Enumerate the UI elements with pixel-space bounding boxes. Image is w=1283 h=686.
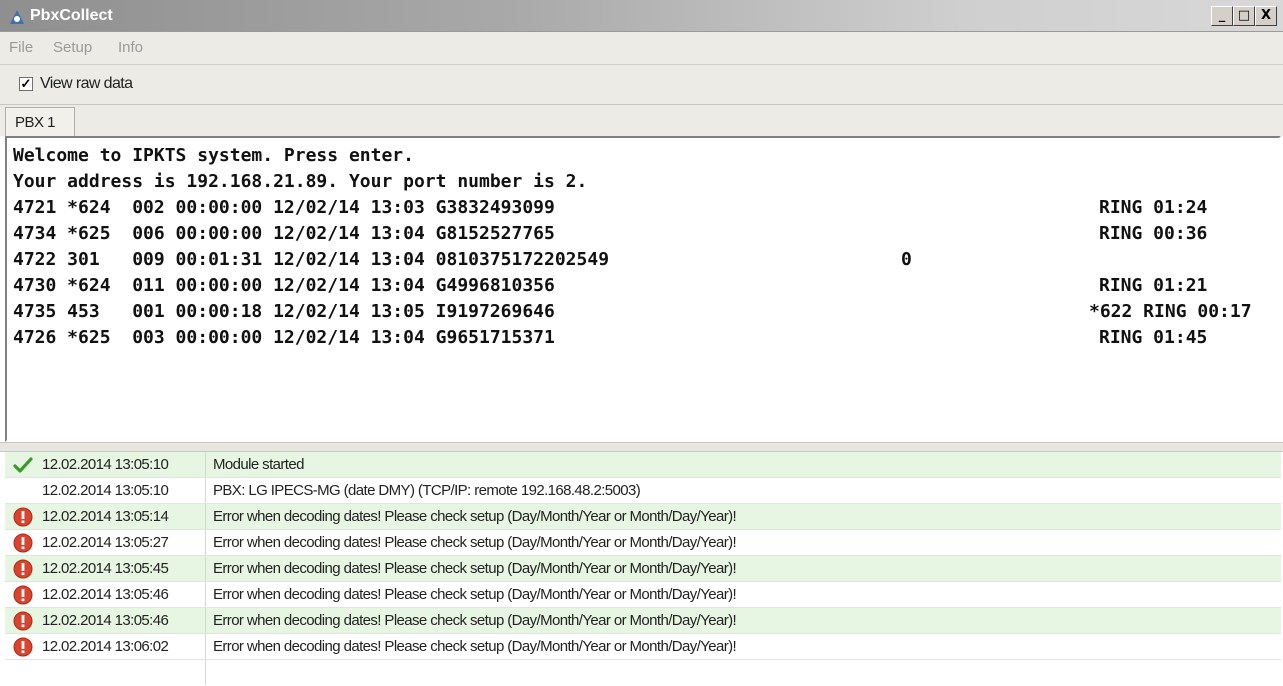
error-icon [13,585,33,605]
error-icon [13,559,33,579]
log-timestamp: 12.02.2014 13:05:46 [42,586,169,603]
menu-setup[interactable]: Setup [53,39,92,56]
menu-info[interactable]: Info [118,39,143,56]
column-divider [205,660,206,685]
log-timestamp: 12.02.2014 13:05:10 [42,482,169,499]
log-row[interactable]: 12.02.2014 13:05:45 Error when decoding … [5,556,1281,582]
close-button[interactable]: X [1255,6,1277,26]
view-raw-checkbox[interactable]: ✓ [19,77,33,91]
column-divider [205,582,206,607]
raw-line: 4734 *625 006 00:00:00 12/02/14 13:04 G8… [13,223,555,244]
log-message: PBX: LG IPECS-MG (date DMY) (TCP/IP: rem… [213,482,641,499]
raw-data-view[interactable]: Welcome to IPKTS system. Press enter. Yo… [5,136,1281,442]
log-row[interactable]: 12.02.2014 13:05:14 Error when decoding … [5,504,1281,530]
panel-splitter[interactable] [0,442,1283,452]
raw-line: 4735 453 001 00:00:18 12/02/14 13:05 I91… [13,301,555,322]
log-message: Error when decoding dates! Please check … [213,534,737,551]
log-timestamp: 12.02.2014 13:05:27 [42,534,169,551]
log-message: Error when decoding dates! Please check … [213,586,737,603]
title-bar: PbxCollect _ □ X [0,0,1283,32]
log-message: Error when decoding dates! Please check … [213,560,737,577]
log-row[interactable]: 12.02.2014 13:06:02 Error when decoding … [5,634,1281,660]
error-icon [13,637,33,657]
log-timestamp: 12.02.2014 13:05:45 [42,560,169,577]
log-message: Error when decoding dates! Please check … [213,612,737,629]
raw-line: Welcome to IPKTS system. Press enter. [13,145,414,166]
raw-ring-status: *622 RING 00:17 [1089,301,1252,322]
log-row[interactable]: 12.02.2014 13:05:10 PBX: LG IPECS-MG (da… [5,478,1281,504]
app-icon [10,10,24,24]
raw-line: 4722 301 009 00:01:31 12/02/14 13:04 081… [13,249,610,270]
raw-ring-status: RING 01:45 [1099,327,1208,348]
log-row[interactable]: 12.02.2014 13:05:10 Module started [5,452,1281,478]
column-divider [205,452,206,477]
maximize-button[interactable]: □ [1233,6,1255,26]
raw-ring-status: RING 01:24 [1099,197,1208,218]
log-timestamp: 12.02.2014 13:05:46 [42,612,169,629]
log-timestamp: 12.02.2014 13:05:14 [42,508,169,525]
log-message: Error when decoding dates! Please check … [213,508,737,525]
error-icon [13,507,33,527]
error-icon [13,611,33,631]
log-row[interactable]: 12.02.2014 13:05:27 Error when decoding … [5,530,1281,556]
log-list: 12.02.2014 13:05:10 Module started 12.02… [5,452,1281,686]
window-title: PbxCollect [30,7,113,24]
menu-bar: File Setup Info [0,32,1283,64]
log-row[interactable]: 12.02.2014 13:05:46 Error when decoding … [5,582,1281,608]
log-row[interactable]: 12.02.2014 13:05:46 Error when decoding … [5,608,1281,634]
raw-line: Your address is 192.168.21.89. Your port… [13,171,588,192]
log-timestamp: 12.02.2014 13:05:10 [42,456,169,473]
raw-line: 4721 *624 002 00:00:00 12/02/14 13:03 G3… [13,197,555,218]
tab-pbx-1[interactable]: PBX 1 [5,107,75,137]
log-row-empty [5,660,1281,686]
window-controls: _ □ X [1211,6,1277,26]
tab-label: PBX 1 [15,114,56,131]
error-icon [13,533,33,553]
checkmark-icon [13,457,33,473]
log-message: Module started [213,456,304,473]
raw-field: 0 [901,249,912,270]
log-message: Error when decoding dates! Please check … [213,638,737,655]
raw-line: 4726 *625 003 00:00:00 12/02/14 13:04 G9… [13,327,555,348]
column-divider [205,608,206,633]
tab-strip: PBX 1 [0,104,1283,137]
column-divider [205,530,206,555]
column-divider [205,556,206,581]
toolbar: ✓ View raw data [0,64,1283,104]
view-raw-label[interactable]: View raw data [40,75,133,93]
raw-ring-status: RING 01:21 [1099,275,1208,296]
raw-ring-status: RING 00:36 [1099,223,1208,244]
column-divider [205,478,206,503]
column-divider [205,634,206,659]
log-timestamp: 12.02.2014 13:06:02 [42,638,169,655]
menu-file[interactable]: File [9,39,33,56]
raw-line: 4730 *624 011 00:00:00 12/02/14 13:04 G4… [13,275,555,296]
minimize-button[interactable]: _ [1211,6,1233,26]
column-divider [205,504,206,529]
